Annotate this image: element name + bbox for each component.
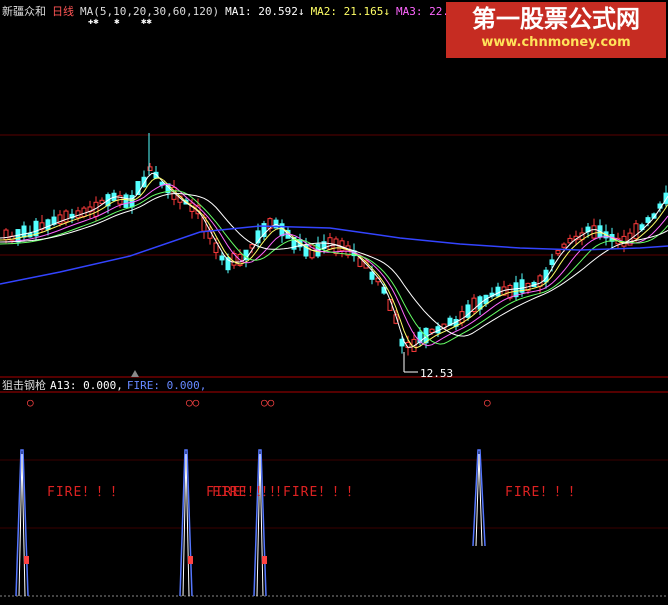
ma1-value: MA1: 20.592↓: [225, 5, 305, 18]
fire-label: FIRE！！！: [47, 485, 125, 500]
fire-marker: [262, 556, 267, 564]
chart-header: 新疆众和 日线 MA(5,10,20,30,60,120) MA1: 20.592↓ M…: [2, 5, 475, 19]
ma-line: [0, 183, 668, 347]
candle-body: [591, 225, 597, 239]
fire-label: FIRE！！！: [212, 485, 290, 500]
fire-spikes: [15, 449, 486, 597]
ma2-value: MA2: 21.165↓: [310, 5, 391, 18]
signal-mark: ○○: [261, 396, 275, 409]
candle-body: [45, 219, 51, 230]
low-price-label: 12.53: [420, 367, 453, 380]
candle-body: [3, 229, 9, 241]
candle-body: [561, 243, 567, 248]
fire-marker: [188, 556, 193, 564]
a13-value: A13: 0.000,: [50, 379, 123, 392]
candle-body: [549, 259, 555, 266]
fire-marker: [24, 556, 29, 564]
candle-body: [429, 328, 435, 333]
indicator-name[interactable]: 狙击钢枪: [2, 379, 46, 392]
main-chart[interactable]: 12.53 ○ ○○ ○○ ○: [0, 0, 668, 605]
candle-body: [81, 207, 87, 218]
candle-body: [645, 217, 651, 223]
candle-body: [555, 250, 561, 255]
star-icon: ✚✱: [88, 17, 99, 27]
watermark-url: www.chnmoney.com: [481, 35, 631, 50]
watermark-logo: 第一股票公式网 www.chnmoney.com: [446, 2, 666, 58]
candle-body: [537, 275, 543, 287]
candle-body: [21, 225, 27, 238]
candle-body: [495, 286, 501, 297]
candle-body: [369, 271, 375, 280]
cursor-triangle-icon: [131, 370, 139, 377]
candle-body: [219, 255, 225, 261]
fire-label: FIRE！！！: [505, 485, 583, 500]
star-icon: ✱✱: [141, 17, 152, 27]
fire-value: FIRE: 0.000,: [126, 379, 207, 392]
signal-mark: ○: [484, 396, 491, 409]
stock-name[interactable]: 新疆众和: [2, 5, 46, 18]
ma-line: [0, 172, 668, 348]
star-marks: ✚✱ ✱ ✱✱: [88, 17, 152, 27]
signal-mark: ○: [27, 396, 34, 409]
signal-mark: ○○: [186, 396, 200, 409]
candle-body: [129, 194, 135, 208]
ma-line: [0, 190, 668, 345]
period-label[interactable]: 日线: [52, 5, 74, 18]
indicator-header: 狙击钢枪 A13: 0.000, FIRE: 0.000,: [2, 379, 210, 393]
candle-body: [459, 311, 465, 324]
fire-label: FIRE！！！: [283, 485, 361, 500]
candle-body: [123, 194, 129, 208]
candle-body: [75, 210, 81, 219]
star-icon: ✱: [114, 17, 120, 27]
moving-average-lines: [0, 172, 668, 349]
watermark-title: 第一股票公式网: [472, 5, 640, 33]
